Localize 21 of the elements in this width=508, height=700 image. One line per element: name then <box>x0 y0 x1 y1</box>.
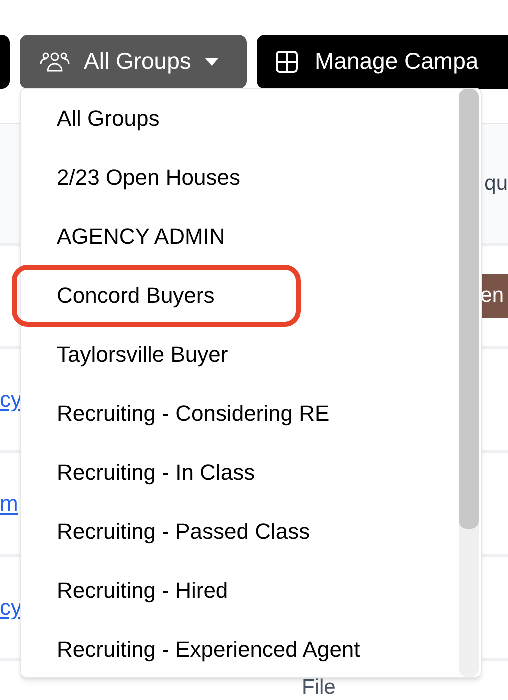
menu-item[interactable]: Recruiting - Experienced Agent <box>57 633 360 666</box>
menu-item[interactable]: Recruiting - Passed Class <box>57 515 310 548</box>
column-header: qu <box>484 173 508 194</box>
menu-item[interactable]: Taylorsville Buyer <box>57 338 228 371</box>
menu-item[interactable]: AGENCY ADMIN <box>57 220 226 253</box>
menu-item[interactable]: Concord Buyers <box>57 279 215 312</box>
scrollbar[interactable] <box>459 89 479 677</box>
table-link[interactable]: m <box>0 487 18 520</box>
table-cell: File <box>302 677 336 698</box>
menu-item[interactable]: Recruiting - Hired <box>57 574 228 607</box>
menu-item[interactable]: Recruiting - In Class <box>57 456 256 489</box>
table-link[interactable]: cy <box>0 591 22 624</box>
menu-item[interactable]: Recruiting - Considering RE <box>57 397 330 430</box>
toolbar-button[interactable] <box>0 34 10 88</box>
table-link[interactable]: cy <box>0 383 22 416</box>
menu-item[interactable]: 2/23 Open Houses <box>57 161 240 194</box>
group-filter-button[interactable]: All Groups <box>20 34 247 88</box>
grid-icon <box>275 50 299 74</box>
menu-item[interactable]: All Groups <box>57 102 160 135</box>
people-icon <box>40 50 70 72</box>
manage-campaigns-button[interactable]: Manage Campa <box>257 34 508 88</box>
